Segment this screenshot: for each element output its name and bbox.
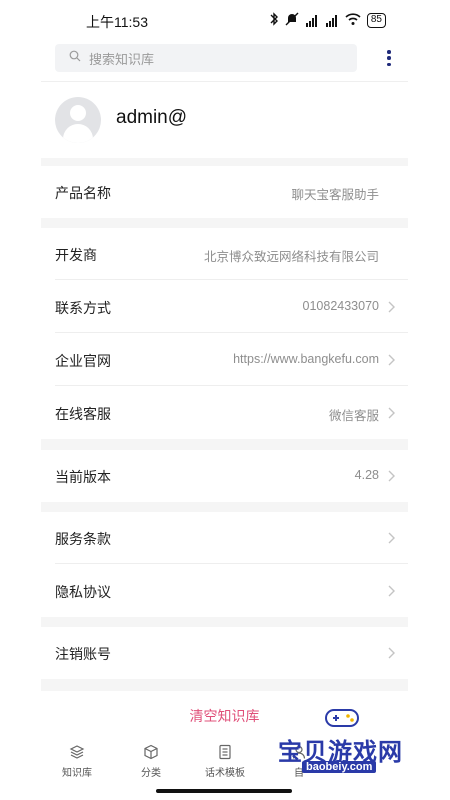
watermark-url: baobeiy.com bbox=[302, 761, 377, 773]
row-divider bbox=[55, 385, 408, 386]
tab-label: 话术模板 bbox=[205, 768, 245, 779]
status-bar: 上午11:53 85 bbox=[0, 0, 450, 40]
search-icon bbox=[69, 49, 81, 67]
watermark-logo: 宝贝游戏网 baobeiy.com bbox=[270, 700, 420, 780]
row-value: 01082433070 bbox=[302, 299, 379, 313]
avatar-body bbox=[63, 124, 93, 143]
wifi-icon bbox=[345, 13, 361, 28]
row-value: 北京博众致远网络科技有限公司 bbox=[203, 250, 379, 264]
dot bbox=[387, 62, 391, 66]
section-divider bbox=[41, 218, 408, 228]
row-label: 服务条款 bbox=[55, 531, 111, 547]
signal-icon bbox=[325, 14, 339, 27]
home-indicator[interactable] bbox=[156, 789, 292, 793]
section-divider bbox=[41, 502, 408, 512]
row-value: https://www.bangkefu.com bbox=[233, 352, 379, 366]
status-time: 上午11:53 bbox=[86, 14, 148, 30]
row-label: 企业官网 bbox=[55, 353, 111, 369]
cube-icon bbox=[144, 744, 158, 760]
app-content: 搜索知识库 admin@ 产品名称 聊天宝客服助手 开发商 北京博众致远网络科技… bbox=[41, 40, 408, 800]
row-value: 聊天宝客服助手 bbox=[291, 188, 379, 202]
username: admin@ bbox=[116, 107, 188, 128]
mute-bell-icon bbox=[285, 12, 299, 29]
search-placeholder: 搜索知识库 bbox=[89, 51, 155, 67]
row-website[interactable]: 企业官网 https://www.bangkefu.com bbox=[41, 334, 408, 386]
section-divider bbox=[41, 439, 408, 450]
document-icon bbox=[219, 744, 231, 760]
section-divider bbox=[41, 617, 408, 627]
row-label: 开发商 bbox=[55, 247, 97, 263]
row-terms[interactable]: 服务条款 bbox=[41, 512, 408, 564]
row-divider bbox=[55, 563, 408, 564]
tab-category[interactable]: 分类 bbox=[121, 744, 181, 779]
tab-label: 知识库 bbox=[62, 768, 92, 779]
avatar[interactable] bbox=[55, 97, 101, 143]
status-icons: 85 bbox=[269, 12, 386, 29]
row-value: 微信客服 bbox=[328, 409, 379, 423]
row-value: 4.28 bbox=[354, 468, 379, 482]
row-product-name: 产品名称 聊天宝客服助手 bbox=[41, 166, 408, 218]
dot bbox=[387, 56, 391, 60]
gamepad-icon bbox=[325, 709, 359, 727]
profile-header: admin@ bbox=[41, 82, 408, 158]
row-online-support[interactable]: 在线客服 微信客服 bbox=[41, 387, 408, 439]
chevron-right-icon bbox=[388, 301, 395, 313]
row-label: 产品名称 bbox=[55, 185, 111, 201]
chevron-right-icon bbox=[388, 354, 395, 366]
row-version[interactable]: 当前版本 4.28 bbox=[41, 450, 408, 502]
row-delete-account[interactable]: 注销账号 bbox=[41, 627, 408, 679]
tab-label: 分类 bbox=[141, 768, 161, 779]
layers-icon bbox=[69, 745, 85, 759]
row-label: 注销账号 bbox=[55, 646, 111, 662]
chevron-right-icon bbox=[388, 407, 395, 419]
battery-indicator: 85 bbox=[366, 13, 386, 28]
tab-script-templates[interactable]: 话术模板 bbox=[195, 744, 255, 779]
row-label: 隐私协议 bbox=[55, 584, 111, 600]
row-label: 当前版本 bbox=[55, 469, 111, 485]
bluetooth-icon bbox=[269, 12, 279, 29]
chevron-right-icon bbox=[388, 470, 395, 482]
chevron-right-icon bbox=[388, 647, 395, 659]
section-divider bbox=[41, 679, 408, 691]
chevron-right-icon bbox=[388, 585, 395, 597]
search-input[interactable]: 搜索知识库 bbox=[55, 44, 357, 72]
chevron-right-icon bbox=[388, 532, 395, 544]
tab-knowledge-base[interactable]: 知识库 bbox=[47, 744, 107, 779]
dot bbox=[387, 50, 391, 54]
row-contact[interactable]: 联系方式 01082433070 bbox=[41, 281, 408, 333]
avatar-head bbox=[70, 105, 86, 121]
section-divider bbox=[41, 158, 408, 166]
more-menu-button[interactable] bbox=[381, 48, 397, 68]
row-privacy[interactable]: 隐私协议 bbox=[41, 565, 408, 617]
row-label: 在线客服 bbox=[55, 406, 111, 422]
row-divider bbox=[55, 332, 408, 333]
row-divider bbox=[55, 279, 408, 280]
row-label: 联系方式 bbox=[55, 300, 111, 316]
row-developer: 开发商 北京博众致远网络科技有限公司 bbox=[41, 228, 408, 280]
signal-icon bbox=[305, 14, 319, 27]
search-bar-row: 搜索知识库 bbox=[41, 40, 408, 82]
